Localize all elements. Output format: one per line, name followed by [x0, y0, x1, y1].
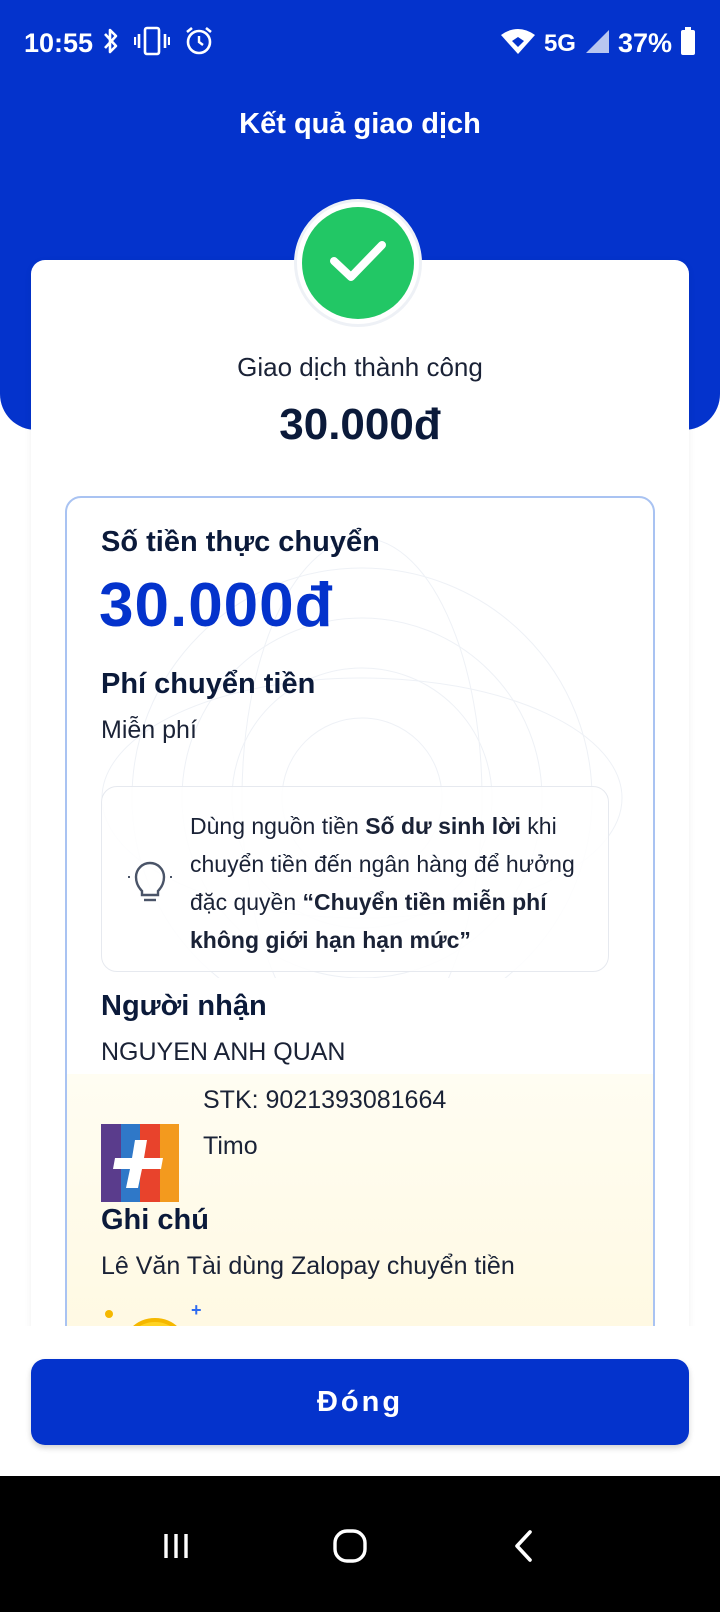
fee-value: Miễn phí	[101, 716, 197, 744]
page-title: Kết quả giao dịch	[239, 108, 481, 140]
tip-text-highlight1: Số dư sinh lời	[365, 813, 521, 839]
bank-name: Timo	[203, 1132, 258, 1160]
close-button[interactable]: Đóng	[31, 1359, 689, 1445]
signal-icon	[584, 28, 610, 59]
bluetooth-icon	[102, 26, 120, 61]
promo-tip-text: Dùng nguồn tiền Số dư sinh lời khi chuyể…	[190, 807, 590, 959]
recent-apps-icon[interactable]	[146, 1516, 206, 1576]
sparkle-plus-icon: +	[191, 1300, 202, 1320]
back-icon[interactable]	[494, 1516, 554, 1576]
wifi-icon	[500, 27, 536, 60]
battery-icon	[680, 26, 696, 61]
network-type: 5G	[543, 29, 576, 57]
promo-tip-card[interactable]: Dùng nguồn tiền Số dư sinh lời khi chuyể…	[101, 786, 609, 972]
timo-bank-logo	[101, 1124, 179, 1202]
recipient-name: NGUYEN ANH QUAN	[101, 1038, 346, 1066]
success-badge	[294, 199, 422, 327]
transaction-amount: 30.000đ	[279, 400, 441, 449]
fee-label: Phí chuyển tiền	[101, 668, 316, 700]
actual-amount-label: Số tiền thực chuyển	[101, 526, 380, 558]
note-label: Ghi chú	[101, 1204, 209, 1236]
home-icon[interactable]	[320, 1516, 380, 1576]
alarm-icon	[184, 26, 214, 61]
vibrate-icon	[133, 26, 171, 61]
system-nav-bar	[0, 1476, 720, 1612]
transaction-detail-box: Số tiền thực chuyển 30.000đ Phí chuyển t…	[65, 496, 655, 1396]
lightbulb-icon	[126, 857, 174, 912]
status-bar: 10:55 5G 37%	[0, 0, 720, 88]
transaction-status: Giao dịch thành công	[237, 352, 483, 382]
status-time: 10:55	[24, 28, 94, 58]
actual-amount-value: 30.000đ	[99, 571, 334, 640]
note-value: Lê Văn Tài dùng Zalopay chuyển tiền	[101, 1252, 515, 1280]
checkmark-icon	[329, 239, 387, 288]
tip-text-part1: Dùng nguồn tiền	[190, 813, 366, 839]
sparkle-dot	[105, 1310, 113, 1318]
recipient-label: Người nhận	[101, 990, 267, 1022]
battery-percent: 37%	[617, 28, 672, 58]
account-number: STK: 9021393081664	[203, 1086, 447, 1114]
